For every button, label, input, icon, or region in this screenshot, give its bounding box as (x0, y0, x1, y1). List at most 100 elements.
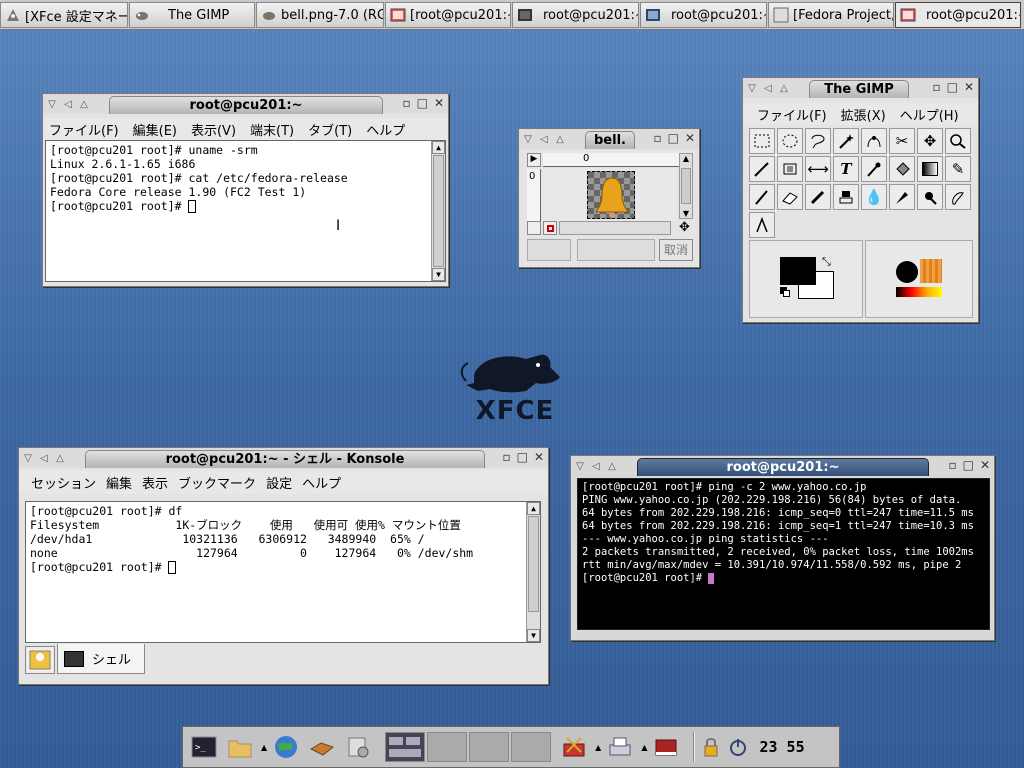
printer-launcher[interactable] (605, 732, 635, 762)
stick-icon[interactable]: ◁ (538, 134, 550, 145)
scroll-up-icon[interactable]: ▲ (680, 154, 692, 166)
stick-icon[interactable]: ◁ (62, 99, 74, 110)
quickmask-arrow-icon[interactable]: ▶ (527, 153, 541, 167)
brush-preview[interactable] (896, 261, 918, 283)
menu-view[interactable]: 表示 (142, 473, 168, 492)
title-bar[interactable]: ▽ ◁ △ bell. ▫ □ ✕ (519, 129, 699, 149)
shade-icon[interactable]: ▽ (46, 99, 58, 110)
logout-button[interactable] (727, 732, 749, 762)
stick-icon[interactable]: ◁ (38, 453, 50, 464)
task-bell-image[interactable]: bell.png-7.0 (RGB) (256, 2, 384, 28)
bezier-select-icon[interactable] (861, 128, 887, 154)
menu-terminal[interactable]: 端末(T) (250, 120, 294, 139)
maximize-icon[interactable]: □ (417, 96, 428, 110)
browser-launcher[interactable] (271, 732, 301, 762)
scroll-down-icon[interactable]: ▼ (680, 209, 692, 218)
title-bar[interactable]: ▽ ◁ △ root@pcu201:~ ▫ □ ✕ (43, 94, 448, 114)
menu-settings[interactable]: 設定 (266, 473, 292, 492)
stick-icon[interactable]: ◁ (590, 461, 602, 472)
gradient-icon[interactable] (917, 156, 943, 182)
lasso-icon[interactable] (805, 128, 831, 154)
close-icon[interactable]: ✕ (685, 131, 695, 145)
menu-help[interactable]: ヘルプ (302, 473, 341, 492)
minimize-icon[interactable]: ▫ (402, 96, 410, 110)
menu-help[interactable]: ヘルプ (366, 120, 405, 139)
navigate-icon[interactable]: ✥ (679, 221, 693, 235)
vertical-scrollbar[interactable]: ▲ ▼ (679, 153, 693, 219)
help-launcher[interactable] (651, 732, 681, 762)
shade-icon[interactable]: ▽ (574, 461, 586, 472)
title-bar[interactable]: ▽ ◁ △ The GIMP ▫ □ ✕ (743, 78, 978, 98)
title-bar[interactable]: ▽ ◁ △ root@pcu201:~ - シェル - Konsole ▫ □ ✕ (19, 448, 548, 468)
scroll-thumb[interactable] (681, 168, 691, 204)
minimize-icon[interactable]: ▫ (932, 80, 940, 94)
terminal-output[interactable]: [root@pcu201 root]# uname -srm Linux 2.6.… (45, 140, 446, 282)
dodge-icon[interactable] (917, 184, 943, 210)
terminal-launcher[interactable]: >_ (189, 732, 219, 762)
close-icon[interactable]: ✕ (964, 80, 974, 94)
scroll-up-icon[interactable]: ▲ (432, 141, 445, 154)
launcher-arrow-icon[interactable]: ▲ (595, 743, 601, 752)
text-icon[interactable]: T (833, 156, 859, 182)
menu-file[interactable]: ファイル(F) (757, 105, 827, 124)
zoom-icon[interactable] (945, 128, 971, 154)
task-terminal-4[interactable]: root@pcu201:~ (895, 2, 1021, 28)
tab-shell[interactable]: シェル (57, 644, 145, 674)
menu-tabs[interactable]: タブ(T) (308, 120, 352, 139)
scroll-down-icon[interactable]: ▼ (527, 629, 540, 642)
move-icon[interactable]: ✥ (917, 128, 943, 154)
gradient-preview[interactable] (896, 287, 942, 297)
file-manager-launcher[interactable] (225, 732, 255, 762)
workspace-4[interactable] (511, 732, 552, 762)
launcher-arrow-icon[interactable]: ▲ (641, 743, 647, 752)
menu-edit[interactable]: 編集 (106, 473, 132, 492)
fuzzy-select-icon[interactable] (833, 128, 859, 154)
pattern-preview[interactable] (920, 259, 942, 283)
hide-icon[interactable]: △ (54, 453, 66, 464)
crop-icon[interactable] (749, 156, 775, 182)
workspace-1[interactable] (385, 732, 426, 762)
minimize-icon[interactable]: ▫ (948, 458, 956, 472)
menu-view[interactable]: 表示(V) (191, 120, 236, 139)
vertical-scrollbar[interactable]: ▲ ▼ (431, 141, 445, 281)
task-terminal-3[interactable]: root@pcu201:~ (640, 2, 767, 28)
lock-button[interactable] (701, 732, 721, 762)
title-bar[interactable]: ▽ ◁ △ root@pcu201:~ ▫ □ ✕ (571, 456, 994, 476)
workspace-2[interactable] (427, 732, 468, 762)
pencil-icon[interactable]: ✎ (945, 156, 971, 182)
close-icon[interactable]: ✕ (534, 450, 544, 464)
scroll-down-icon[interactable]: ▼ (432, 268, 445, 281)
maximize-icon[interactable]: □ (668, 131, 679, 145)
maximize-icon[interactable]: □ (517, 450, 528, 464)
terminal-output[interactable]: [root@pcu201 root]# df Filesystem 1K-ブロック… (25, 501, 541, 643)
close-icon[interactable]: ✕ (434, 96, 444, 110)
scroll-thumb[interactable] (528, 516, 539, 612)
smudge-icon[interactable] (945, 184, 971, 210)
minimize-icon[interactable]: ▫ (653, 131, 661, 145)
zoom-fit-icon[interactable] (527, 221, 541, 235)
eraser-icon[interactable] (777, 184, 803, 210)
transform-icon[interactable] (777, 156, 803, 182)
ink-icon[interactable] (889, 184, 915, 210)
menu-edit[interactable]: 編集(E) (133, 120, 177, 139)
ellipse-select-icon[interactable] (777, 128, 803, 154)
shade-icon[interactable]: ▽ (22, 453, 34, 464)
new-session-button[interactable] (25, 646, 55, 674)
shade-icon[interactable]: ▽ (522, 134, 534, 145)
color-picker-icon[interactable] (861, 156, 887, 182)
horizontal-scrollbar[interactable] (559, 221, 671, 235)
hide-icon[interactable]: △ (778, 83, 790, 94)
menu-session[interactable]: セッション (31, 473, 96, 492)
vertical-scrollbar[interactable]: ▲ ▼ (526, 502, 540, 642)
cancel-button[interactable]: 取消 (659, 239, 693, 261)
menu-file[interactable]: ファイル(F) (49, 120, 119, 139)
clone-icon[interactable] (833, 184, 859, 210)
scissors-icon[interactable]: ✂ (889, 128, 915, 154)
settings-launcher[interactable] (343, 732, 373, 762)
scroll-up-icon[interactable]: ▲ (527, 502, 540, 515)
hide-icon[interactable]: △ (554, 134, 566, 145)
airbrush-icon[interactable] (805, 184, 831, 210)
scroll-thumb[interactable] (433, 155, 444, 267)
foreground-color-swatch[interactable] (780, 257, 816, 285)
rect-select-icon[interactable] (749, 128, 775, 154)
